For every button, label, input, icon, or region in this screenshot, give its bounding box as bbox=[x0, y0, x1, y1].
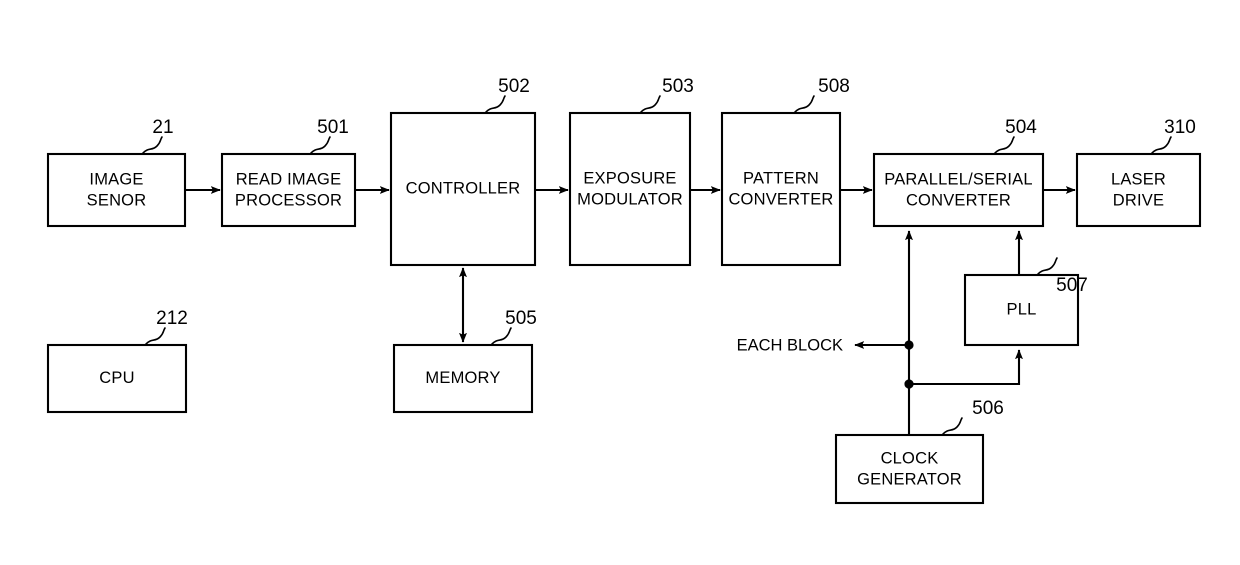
block-pattern-converter-label-line1: PATTERN bbox=[743, 169, 819, 187]
block-read-image-processor-label-line1: READ IMAGE bbox=[236, 170, 342, 188]
ref-number-clock-generator: 506 bbox=[972, 398, 1004, 419]
block-parallel-serial-converter-label-line2: CONVERTER bbox=[906, 191, 1011, 209]
ref-number-memory: 505 bbox=[505, 308, 537, 329]
leader-line-memory bbox=[491, 327, 512, 345]
leader-line-clock-generator bbox=[942, 417, 963, 435]
connector-clock-to-pll bbox=[909, 349, 1023, 386]
block-laser-drive-label-line1: LASER bbox=[1111, 170, 1166, 188]
block-parallel-serial-converter-rect[interactable] bbox=[872, 152, 1045, 228]
ref-number-exposure-modulator: 503 bbox=[662, 76, 694, 97]
leader-line-exposure-modulator bbox=[640, 95, 661, 113]
block-image-sensor[interactable]: IMAGE SENOR 21 bbox=[46, 117, 187, 228]
leader-line-controller bbox=[485, 95, 506, 113]
block-image-sensor-label-line2: SENOR bbox=[87, 191, 147, 209]
each-block-label: EACH BLOCK bbox=[737, 336, 843, 354]
block-controller[interactable]: CONTROLLER 502 bbox=[389, 76, 537, 267]
ref-number-pattern-converter: 508 bbox=[818, 76, 850, 97]
ref-number-cpu: 212 bbox=[156, 308, 188, 329]
block-pattern-converter-rect[interactable] bbox=[720, 111, 842, 267]
block-memory-label-line1: MEMORY bbox=[425, 369, 500, 387]
block-laser-drive-rect[interactable] bbox=[1075, 152, 1202, 228]
block-memory[interactable]: MEMORY 505 bbox=[392, 308, 537, 414]
junction-dot-each-block bbox=[904, 340, 914, 350]
block-exposure-modulator-label-line1: EXPOSURE bbox=[583, 169, 676, 187]
block-image-sensor-rect[interactable] bbox=[46, 152, 187, 228]
block-exposure-modulator[interactable]: EXPOSURE MODULATOR 503 bbox=[568, 76, 694, 267]
block-parallel-serial-converter-label-line1: PARALLEL/SERIAL bbox=[884, 170, 1033, 188]
ref-number-image-sensor: 21 bbox=[152, 117, 173, 138]
leader-line-pll bbox=[1037, 257, 1058, 275]
leader-line-laser-drive bbox=[1151, 136, 1172, 154]
block-pll-label-line1: PLL bbox=[1007, 300, 1037, 318]
block-clock-generator-label-line2: GENERATOR bbox=[857, 470, 962, 488]
block-clock-generator[interactable]: CLOCK GENERATOR 506 bbox=[834, 398, 1004, 505]
ref-number-laser-drive: 310 bbox=[1164, 117, 1196, 138]
block-clock-generator-rect[interactable] bbox=[834, 433, 985, 505]
leader-line-cpu bbox=[145, 327, 166, 345]
block-read-image-processor-label-line2: PROCESSOR bbox=[235, 191, 342, 209]
block-diagram-canvas: IMAGE SENOR 21 READ IMAGE PROCESSOR 501 … bbox=[46, 76, 1202, 505]
leader-line-image-sensor bbox=[142, 136, 163, 154]
leader-line-read-image-processor bbox=[310, 136, 331, 154]
ref-number-read-image-processor: 501 bbox=[317, 117, 349, 138]
block-read-image-processor[interactable]: READ IMAGE PROCESSOR 501 bbox=[220, 117, 357, 228]
leader-line-parallel-serial-converter bbox=[994, 136, 1015, 154]
block-pattern-converter[interactable]: PATTERN CONVERTER 508 bbox=[720, 76, 850, 267]
block-parallel-serial-converter[interactable]: PARALLEL/SERIAL CONVERTER 504 bbox=[872, 117, 1045, 228]
block-pll[interactable]: PLL 507 bbox=[963, 257, 1088, 347]
block-pattern-converter-label-line2: CONVERTER bbox=[728, 190, 833, 208]
ref-number-controller: 502 bbox=[498, 76, 530, 97]
block-clock-generator-label-line1: CLOCK bbox=[881, 449, 939, 467]
ref-number-pll: 507 bbox=[1056, 275, 1088, 296]
block-read-image-processor-rect[interactable] bbox=[220, 152, 357, 228]
block-exposure-modulator-label-line2: MODULATOR bbox=[577, 190, 683, 208]
junction-dot-pll bbox=[904, 379, 914, 389]
leader-line-pattern-converter bbox=[794, 95, 815, 113]
block-cpu[interactable]: CPU 212 bbox=[46, 308, 188, 414]
block-controller-label-line1: CONTROLLER bbox=[406, 179, 521, 197]
block-laser-drive[interactable]: LASER DRIVE 310 bbox=[1075, 117, 1202, 228]
block-image-sensor-label-line1: IMAGE bbox=[89, 170, 143, 188]
ref-number-parallel-serial-converter: 504 bbox=[1005, 117, 1037, 138]
block-laser-drive-label-line2: DRIVE bbox=[1113, 191, 1164, 209]
patent-figure: IMAGE SENOR 21 READ IMAGE PROCESSOR 501 … bbox=[0, 0, 1240, 565]
block-cpu-label-line1: CPU bbox=[99, 369, 134, 387]
block-exposure-modulator-rect[interactable] bbox=[568, 111, 692, 267]
